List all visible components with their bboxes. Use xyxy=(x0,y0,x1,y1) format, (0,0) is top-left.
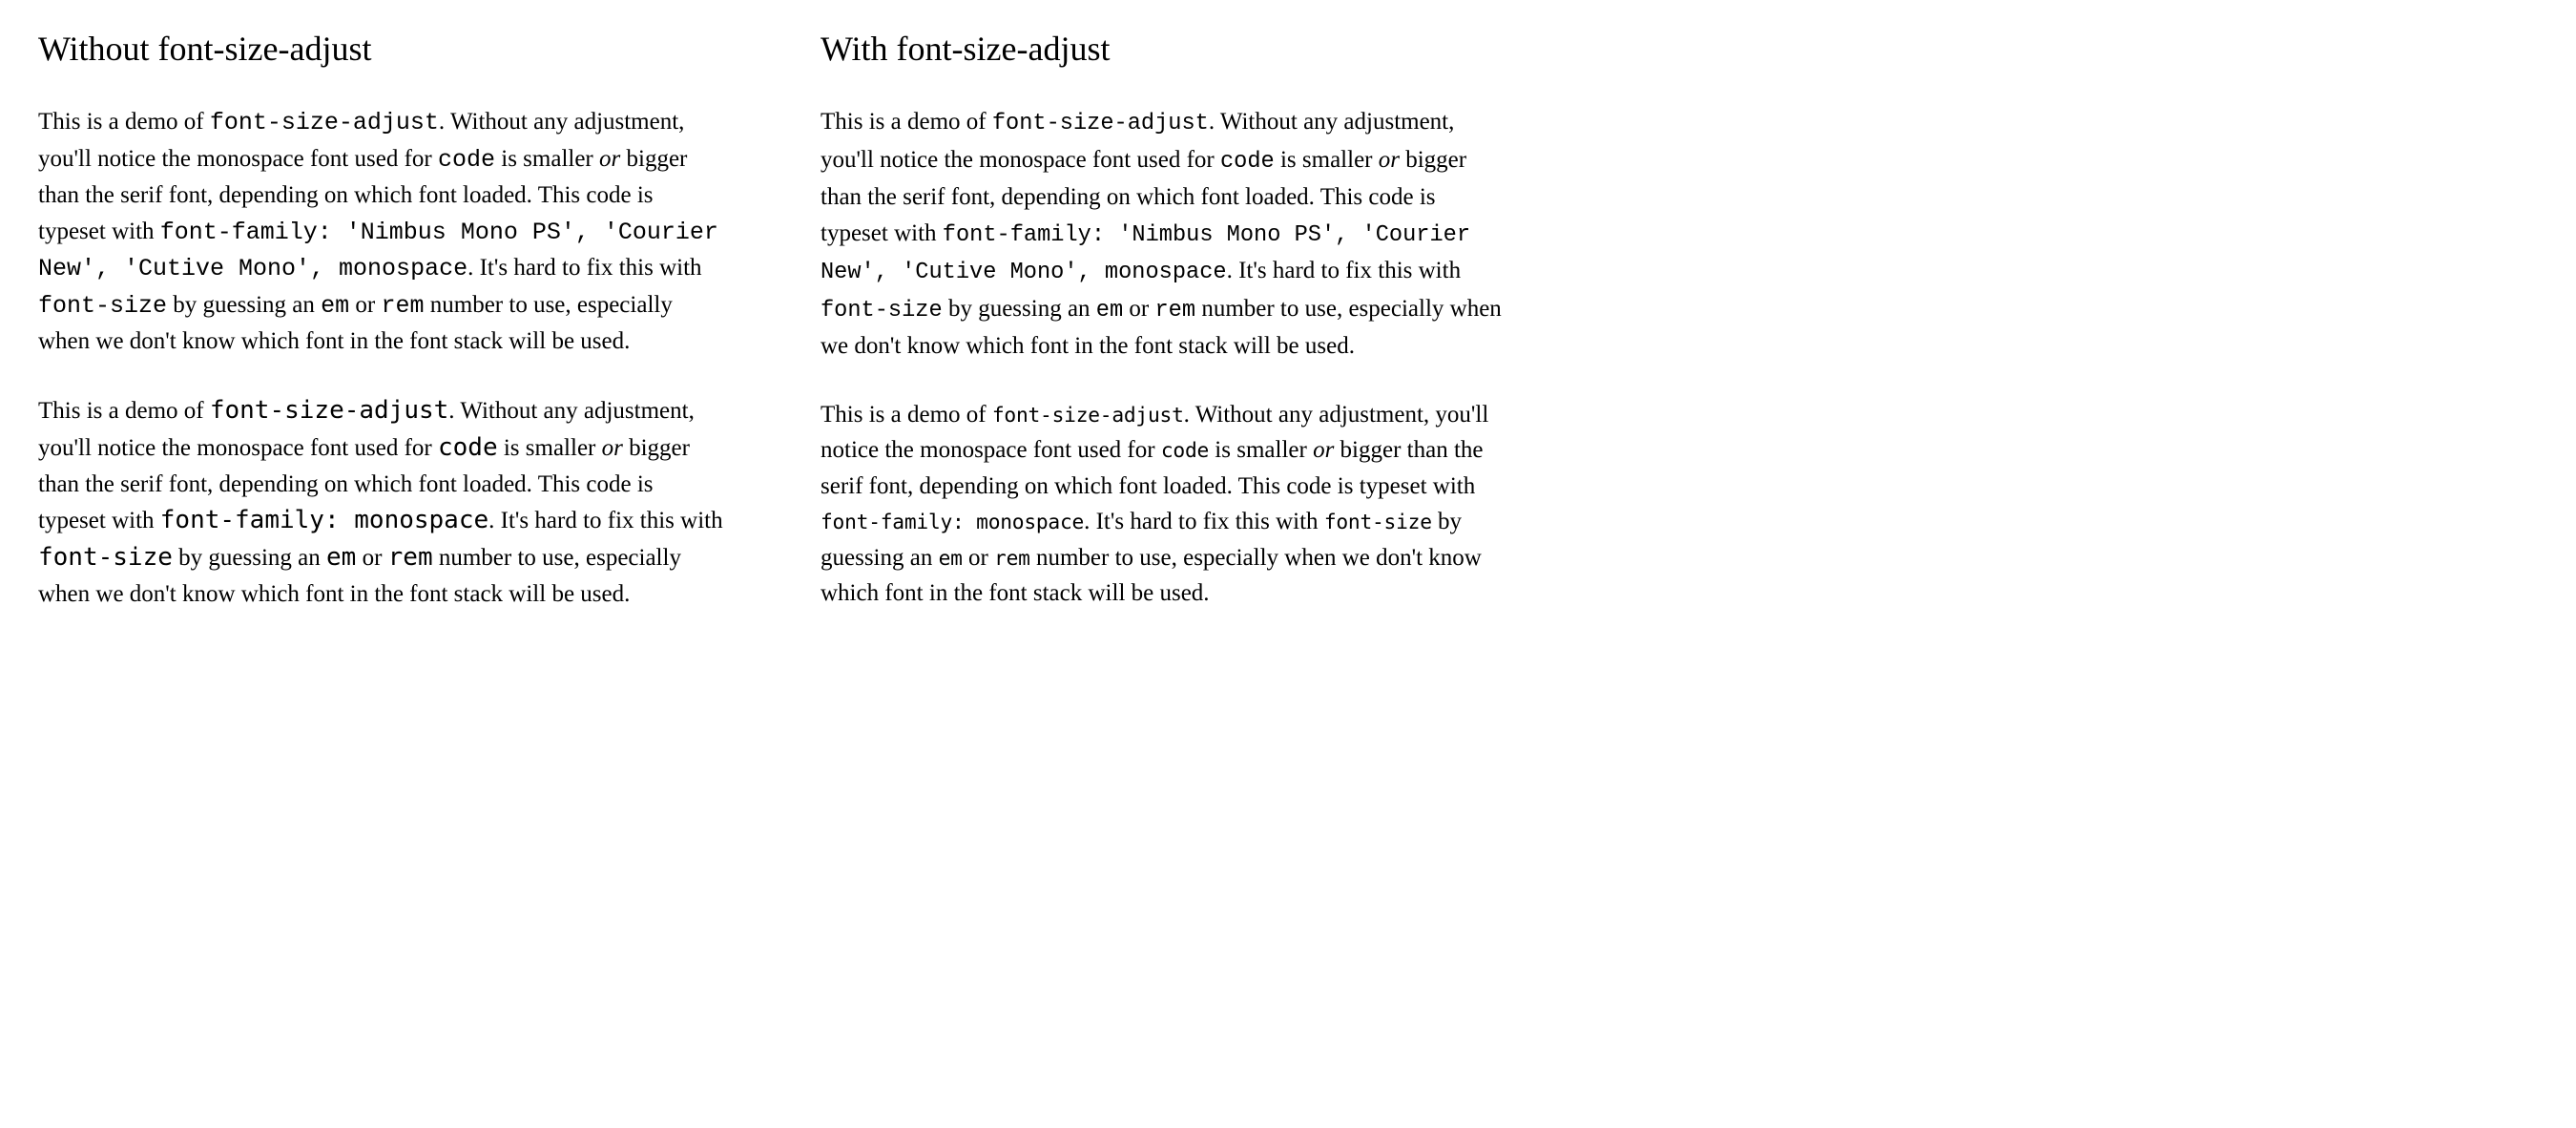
column-without-adjust: Without font-size-adjust This is a demo … xyxy=(38,29,725,645)
code-em: em xyxy=(326,543,356,572)
code-rem: rem xyxy=(388,543,433,572)
code-code: code xyxy=(438,146,495,174)
text: . It's hard to fix this with xyxy=(1227,258,1461,283)
code-font-size: font-size xyxy=(38,543,173,572)
text: is smaller xyxy=(498,435,602,461)
code-font-size: font-size xyxy=(821,298,943,324)
code-font-size-adjust: font-size-adjust xyxy=(992,404,1184,428)
emphasis-or: or xyxy=(1313,437,1334,463)
text: . It's hard to fix this with xyxy=(488,508,722,533)
text: or xyxy=(356,545,387,571)
code-font-family-short: font-family: monospace xyxy=(160,506,488,534)
code-code: code xyxy=(438,433,498,462)
code-rem: rem xyxy=(381,292,424,320)
code-font-family-short: font-family: monospace xyxy=(821,511,1084,534)
code-font-size: font-size xyxy=(1324,511,1432,534)
code-em: em xyxy=(1096,298,1123,324)
text: This is a demo of xyxy=(38,109,210,135)
paragraph-right-2: This is a demo of font-size-adjust. With… xyxy=(821,397,1507,612)
heading-with: With font-size-adjust xyxy=(821,29,1507,70)
text: or xyxy=(1123,296,1154,322)
text: or xyxy=(963,545,994,571)
paragraph-left-2: This is a demo of font-size-adjust. With… xyxy=(38,392,725,613)
text: is smaller xyxy=(1209,437,1313,463)
code-em: em xyxy=(939,547,963,571)
paragraph-left-1: This is a demo of font-size-adjust. With… xyxy=(38,104,725,360)
text: by guessing an xyxy=(173,545,326,571)
heading-without: Without font-size-adjust xyxy=(38,29,725,70)
paragraph-right-1: This is a demo of font-size-adjust. With… xyxy=(821,104,1507,365)
emphasis-or: or xyxy=(599,146,620,172)
code-font-size-adjust: font-size-adjust xyxy=(992,111,1209,136)
text: . It's hard to fix this with xyxy=(467,255,701,281)
code-font-size-adjust: font-size-adjust xyxy=(210,396,448,425)
text: by guessing an xyxy=(943,296,1096,322)
emphasis-or: or xyxy=(1379,147,1400,173)
text: or xyxy=(349,292,381,318)
text: . It's hard to fix this with xyxy=(1084,509,1324,534)
code-em: em xyxy=(321,292,349,320)
text: This is a demo of xyxy=(821,109,992,135)
code-rem: rem xyxy=(994,547,1030,571)
code-font-size: font-size xyxy=(38,292,167,320)
code-rem: rem xyxy=(1155,298,1196,324)
text: This is a demo of xyxy=(38,398,210,424)
code-font-size-adjust: font-size-adjust xyxy=(210,109,439,136)
text: is smaller xyxy=(495,146,599,172)
code-code: code xyxy=(1220,149,1275,175)
emphasis-or: or xyxy=(602,435,623,461)
text: This is a demo of xyxy=(821,402,992,428)
code-code: code xyxy=(1161,439,1209,463)
text: by guessing an xyxy=(167,292,321,318)
column-with-adjust: With font-size-adjust This is a demo of … xyxy=(821,29,1507,645)
text: is smaller xyxy=(1275,147,1379,173)
